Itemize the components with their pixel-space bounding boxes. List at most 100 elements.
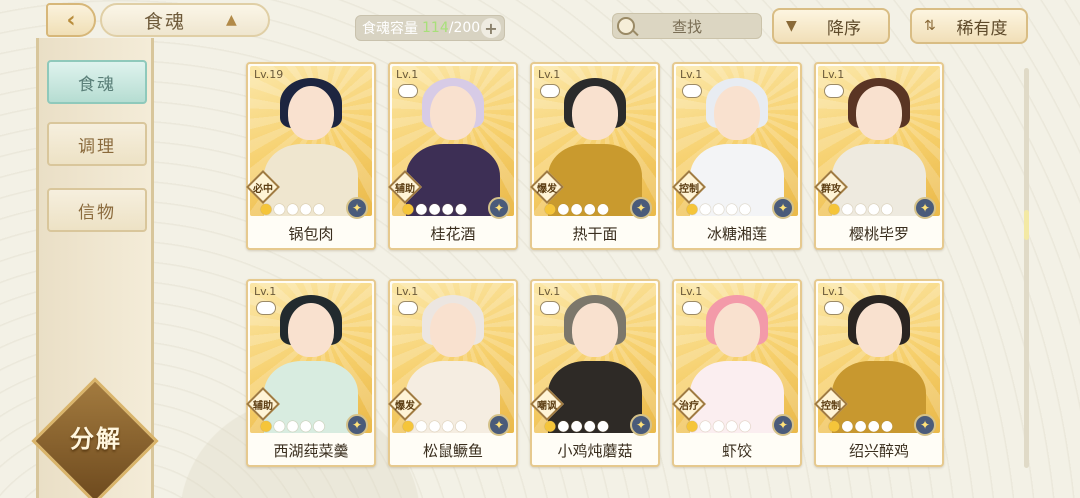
page-title: 食魂 ▲ — [100, 3, 270, 37]
role-label: 控制 — [821, 401, 841, 412]
back-button[interactable]: ‹ — [46, 3, 96, 37]
star-rating: ● ● ● ● ● — [544, 418, 609, 434]
star-rating: ● ● ● ● ● — [686, 201, 751, 217]
portrait-head — [714, 86, 760, 140]
role-label: 爆发 — [537, 184, 557, 195]
star-icon: ● — [854, 201, 867, 217]
sort-order-label: 降序 — [827, 18, 861, 39]
star-rating: ● ● ● ● ● — [402, 418, 467, 434]
star-icon: ● — [286, 418, 299, 434]
portrait-head — [430, 86, 476, 140]
sort-by-button[interactable]: ⇅ 稀有度 — [910, 8, 1028, 44]
chat-bubble-icon — [540, 84, 560, 98]
star-icon: ● — [738, 418, 752, 434]
food-soul-card[interactable]: Lv.1 控制 ● ● ● ● ● ✦ 冰糖湘莲 — [672, 62, 802, 250]
search-button[interactable]: 查找 — [612, 13, 762, 39]
food-soul-card[interactable]: Lv.1 治疗 ● ● ● ● ● ✦ 虾饺 — [672, 279, 802, 467]
star-icon: ● — [570, 418, 583, 434]
tab-tokens[interactable]: 信物 — [47, 188, 147, 232]
star-rating: ● ● ● ● ● — [402, 201, 467, 217]
star-icon: ● — [738, 201, 752, 217]
element-icon: ✦ — [772, 197, 794, 219]
star-icon: ● — [712, 201, 725, 217]
capacity-current: 114 — [422, 20, 449, 36]
role-label: 嘲讽 — [537, 401, 557, 412]
tab-food-soul[interactable]: 食魂 — [47, 60, 147, 104]
star-rating: ● ● ● ● ● — [260, 201, 325, 217]
star-icon: ● — [596, 418, 610, 434]
role-label: 必中 — [253, 184, 273, 195]
star-icon: ● — [299, 201, 312, 217]
food-soul-card[interactable]: Lv.1 爆发 ● ● ● ● ● ✦ 热干面 — [530, 62, 660, 250]
star-icon: ● — [428, 201, 441, 217]
chat-bubble-icon — [824, 84, 844, 98]
decompose-label[interactable]: 分解 — [56, 416, 136, 456]
sort-order-button[interactable]: ▼ 降序 — [772, 8, 890, 44]
card-name: 樱桃毕罗 — [848, 224, 909, 243]
search-label: 查找 — [671, 17, 702, 36]
top-bar: ‹ 食魂 ▲ 食魂容量 114 /200 + 查找 ▼ 降序 ⇅ 稀有度 — [0, 0, 1080, 50]
star-icon: ● — [273, 201, 286, 217]
star-icon: ● — [428, 418, 441, 434]
element-icon: ✦ — [488, 197, 510, 219]
capacity-indicator: 食魂容量 114 /200 + — [355, 15, 505, 41]
food-soul-card[interactable]: Lv.1 群攻 ● ● ● ● ● ✦ 樱桃毕罗 — [814, 62, 944, 250]
star-icon: ● — [557, 201, 570, 217]
star-icon: ● — [570, 201, 583, 217]
star-icon: ● — [880, 418, 894, 434]
food-soul-card[interactable]: Lv.1 嘲讽 ● ● ● ● ● ✦ 小鸡炖蘑菇 — [530, 279, 660, 467]
star-icon: ● — [596, 201, 610, 217]
card-level: Lv.1 — [538, 285, 561, 298]
card-name: 小鸡炖蘑菇 — [557, 441, 633, 460]
star-icon: ● — [841, 201, 854, 217]
star-icon: ● — [712, 418, 725, 434]
food-soul-card[interactable]: Lv.1 辅助 ● ● ● ● ● ✦ 桂花酒 — [388, 62, 518, 250]
card-name: 冰糖湘莲 — [706, 224, 767, 243]
star-icon: ● — [867, 201, 880, 217]
tab-label: 调理 — [78, 136, 116, 157]
card-name: 锅包肉 — [288, 224, 334, 243]
star-icon: ● — [699, 418, 712, 434]
tab-cooking[interactable]: 调理 — [47, 122, 147, 166]
element-icon: ✦ — [914, 414, 936, 436]
star-icon: ● — [583, 418, 596, 434]
element-icon: ✦ — [772, 414, 794, 436]
card-level: Lv.1 — [396, 68, 419, 81]
food-soul-card[interactable]: Lv.19 必中 ● ● ● ● ● ✦ 锅包肉 — [246, 62, 376, 250]
star-rating: ● ● ● ● ● — [544, 201, 609, 217]
scrollbar-thumb[interactable] — [1024, 210, 1029, 240]
portrait-head — [856, 303, 902, 357]
card-name: 西湖莼菜羹 — [273, 441, 349, 460]
star-rating: ● ● ● ● ● — [828, 418, 893, 434]
element-icon: ✦ — [346, 197, 368, 219]
card-level: Lv.1 — [680, 68, 703, 81]
star-rating: ● ● ● ● ● — [686, 418, 751, 434]
element-icon: ✦ — [914, 197, 936, 219]
chef-hat-icon: ▲ — [226, 12, 239, 28]
card-name: 绍兴醉鸡 — [848, 441, 909, 460]
food-soul-card[interactable]: Lv.1 辅助 ● ● ● ● ● ✦ 西湖莼菜羹 — [246, 279, 376, 467]
card-level: Lv.1 — [822, 285, 845, 298]
star-icon: ● — [557, 418, 570, 434]
card-name: 热干面 — [572, 224, 618, 243]
star-icon: ● — [725, 201, 738, 217]
chat-bubble-icon — [398, 84, 418, 98]
chat-bubble-icon — [682, 301, 702, 315]
portrait-head — [430, 303, 476, 357]
chat-bubble-icon — [398, 301, 418, 315]
scrollbar-track[interactable] — [1024, 68, 1029, 468]
role-label: 辅助 — [253, 401, 273, 412]
food-soul-card[interactable]: Lv.1 爆发 ● ● ● ● ● ✦ 松鼠鳜鱼 — [388, 279, 518, 467]
page-title-text: 食魂 — [144, 10, 187, 33]
star-icon: ● — [286, 201, 299, 217]
capacity-add-button[interactable]: + — [481, 18, 501, 38]
food-soul-card[interactable]: Lv.1 控制 ● ● ● ● ● ✦ 绍兴醉鸡 — [814, 279, 944, 467]
star-icon: ● — [402, 418, 415, 434]
portrait-head — [288, 303, 334, 357]
sort-down-icon: ▼ — [786, 18, 797, 34]
star-icon: ● — [828, 201, 841, 217]
star-icon: ● — [699, 201, 712, 217]
role-label: 群攻 — [821, 184, 841, 195]
capacity-max: /200 — [448, 20, 481, 36]
portrait-head — [572, 303, 618, 357]
